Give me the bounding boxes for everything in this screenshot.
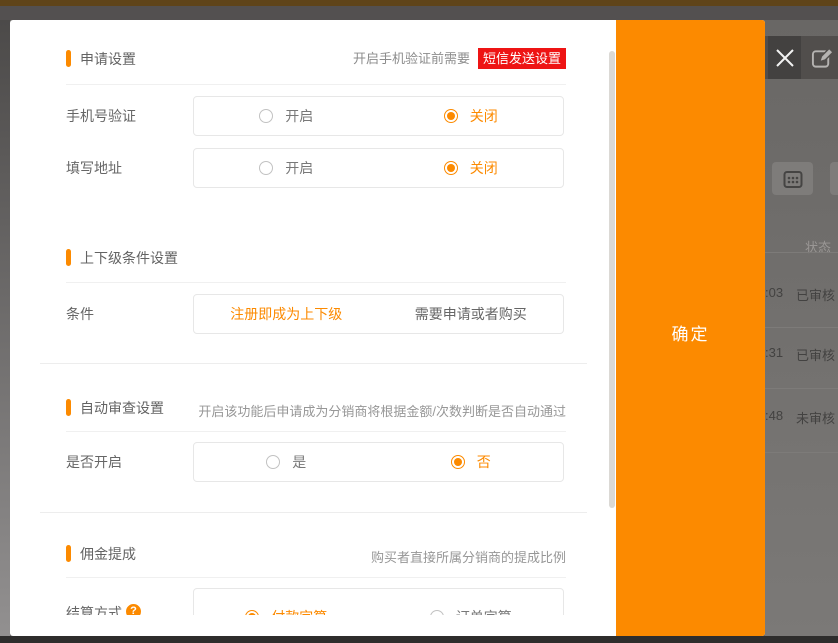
modal-close-button[interactable] [768,36,801,79]
edit-pencil-icon [811,46,834,70]
section-marker [66,399,71,416]
section-title-hierarchy-condition: 上下级条件设置 [80,250,178,266]
section-divider [66,282,566,283]
choice-option-register[interactable]: 注册即成为上下级 [194,304,379,324]
status-badge: 未审核 [796,408,835,427]
calendar-icon [783,169,803,189]
field-label-condition: 条件 [66,307,94,322]
close-icon [774,47,796,69]
table-divider [765,388,838,389]
radio-option-close[interactable]: 关闭 [379,106,564,126]
section-title-auto-review: 自动审查设置 [80,400,164,416]
field-label-fill-address: 填写地址 [66,161,122,176]
status-badge: 已审核 [796,345,835,364]
radio-group-settle-method: 付款完算 订单完算 [193,588,564,615]
field-label-enable: 是否开启 [66,455,122,470]
section-separator [40,512,587,513]
radio-option-close[interactable]: 关闭 [379,158,564,178]
radio-option-label: 否 [477,452,491,472]
edit-button[interactable] [810,45,834,71]
radio-option-label: 付款完算 [271,607,327,615]
field-label-phone-verify: 手机号验证 [66,109,136,124]
section-description: 购买者直接所属分销商的提成比例 [193,547,566,566]
radio-group-fill-address: 开启 关闭 [193,148,564,188]
section-marker [66,249,71,266]
radio-off-icon [259,161,273,175]
choice-group-condition: 注册即成为上下级 需要申请或者购买 [193,294,564,334]
section-title-apply-settings: 申请设置 [80,51,136,67]
background-button-partial [830,162,838,195]
radio-option-label: 开启 [285,158,313,178]
table-divider [765,327,838,328]
choice-option-apply-or-buy[interactable]: 需要申请或者购买 [379,304,564,324]
table-divider [765,452,838,453]
section-separator [40,363,587,364]
radio-option-open[interactable]: 开启 [194,158,379,178]
background-bottom-bar [0,636,838,643]
section-marker [66,50,71,67]
section-title-commission: 佣金提成 [80,546,136,562]
choice-option-label: 注册即成为上下级 [230,304,342,324]
field-label-settle-method: 结算方式 [66,606,122,615]
radio-off-icon [259,109,273,123]
radio-off-icon [430,610,444,615]
section-divider [66,431,566,432]
section-hint: 开启手机验证前需要短信发送设置 [193,48,566,69]
hint-text: 开启手机验证前需要 [353,51,470,66]
section-marker [66,545,71,562]
overlay-top [0,6,838,20]
scrollbar-thumb[interactable] [609,51,615,508]
radio-on-icon [245,610,259,615]
row-time: :03 [765,285,783,300]
sms-settings-link[interactable]: 短信发送设置 [478,48,566,69]
settings-modal: 申请设置 开启手机验证前需要短信发送设置 手机号验证 开启 关闭 填写地址 开启 [10,20,765,636]
radio-option-label: 关闭 [470,158,498,178]
overlay-left [0,20,10,636]
radio-on-icon [451,455,465,469]
radio-option-order-settle[interactable]: 订单完算 [379,607,564,615]
confirm-panel[interactable]: 确定 [616,20,765,636]
status-column-header: 状态 [805,237,831,256]
screen: 状态 :03 已审核 :31 已审核 :48 未审核 申请设置 开启手机验证前需… [0,0,838,643]
help-question-icon[interactable]: ? [126,604,141,615]
radio-on-icon [444,109,458,123]
radio-option-no[interactable]: 否 [379,452,564,472]
section-description: 开启该功能后申请成为分销商将根据金额/次数判断是否自动通过 [193,401,566,420]
section-divider [66,84,566,85]
section-divider [66,577,566,578]
radio-option-label: 是 [292,452,306,472]
radio-group-enable: 是 否 [193,442,564,482]
table-divider [765,252,838,253]
radio-group-phone-verify: 开启 关闭 [193,96,564,136]
radio-option-yes[interactable]: 是 [194,452,379,472]
row-time: :48 [765,408,783,423]
radio-option-open[interactable]: 开启 [194,106,379,126]
radio-option-pay-settle[interactable]: 付款完算 [194,607,379,615]
radio-option-label: 开启 [285,106,313,126]
calendar-button [772,162,813,195]
radio-option-label: 订单完算 [456,607,512,615]
radio-on-icon [444,161,458,175]
status-badge: 已审核 [796,285,835,304]
confirm-button[interactable]: 确定 [616,320,765,345]
radio-option-label: 关闭 [470,106,498,126]
row-time: :31 [765,345,783,360]
background-table-area: 状态 :03 已审核 :31 已审核 :48 未审核 [765,20,838,636]
modal-scroll-area: 申请设置 开启手机验证前需要短信发送设置 手机号验证 开启 关闭 填写地址 开启 [10,20,616,615]
radio-off-icon [266,455,280,469]
choice-option-label: 需要申请或者购买 [415,304,527,324]
